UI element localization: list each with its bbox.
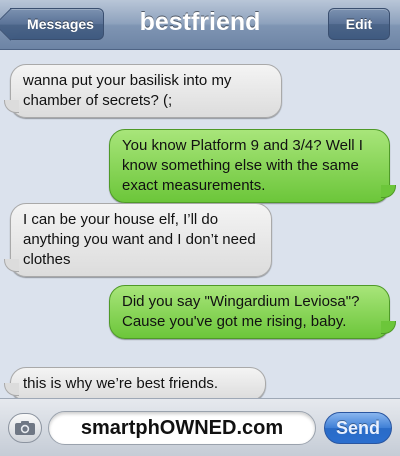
edit-button[interactable]: Edit <box>328 8 390 40</box>
received-message-bubble: this is why we’re best friends. <box>10 367 266 401</box>
send-button[interactable]: Send <box>324 412 392 444</box>
sent-message-bubble: Did you say "Wingardium Leviosa"? Cause … <box>109 285 396 339</box>
received-message-bubble: I can be your house elf, I’ll do anythin… <box>10 203 272 277</box>
message-thread: wanna put your basilisk into my chamber … <box>0 50 400 401</box>
back-button-label: Messages <box>27 16 94 32</box>
received-message-bubble: wanna put your basilisk into my chamber … <box>10 64 282 118</box>
camera-button[interactable] <box>8 413 42 443</box>
camera-icon <box>15 421 35 435</box>
sent-message-bubble: You know Platform 9 and 3/4? Well I know… <box>109 129 396 203</box>
navigation-bar: Messages bestfriend Edit <box>0 0 400 50</box>
message-input[interactable]: smartphOWNED.com <box>48 411 316 445</box>
compose-bar: smartphOWNED.com Send <box>0 398 400 456</box>
